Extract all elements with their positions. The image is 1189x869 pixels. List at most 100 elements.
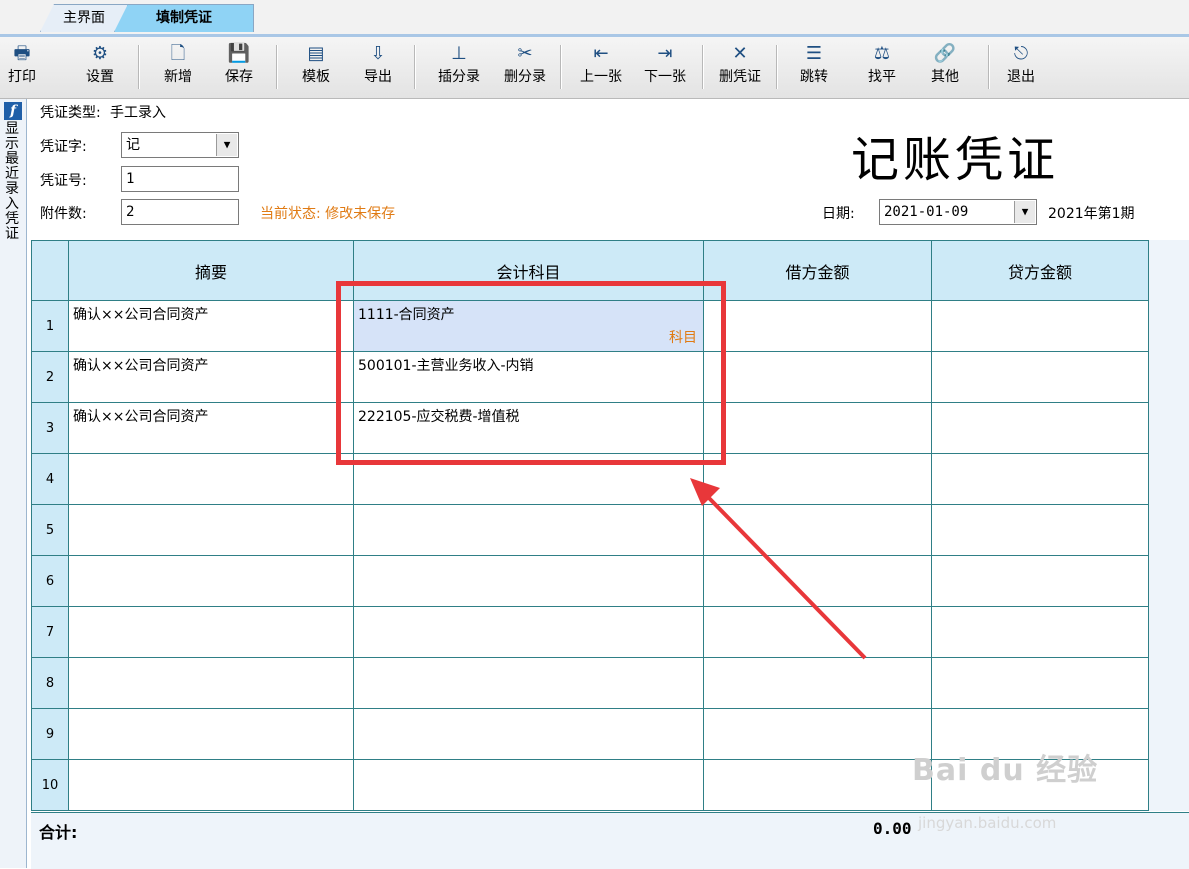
debit-cell[interactable] (703, 453, 932, 505)
export-icon: ⇩ (370, 43, 386, 64)
toolbar-button-8[interactable]: ✂ 删分录 (492, 41, 558, 95)
summary-cell[interactable] (68, 657, 354, 709)
toolbar-button-5[interactable]: ▤ 模板 (292, 41, 340, 95)
toolbar-button-15[interactable]: ⎋ 退出 (996, 41, 1046, 95)
toolbar-separator (776, 45, 778, 89)
credit-cell[interactable] (931, 300, 1149, 352)
tab-main-screen[interactable]: 主界面 (40, 4, 128, 32)
toolbar-button-12[interactable]: ☰ 跳转 (786, 41, 842, 95)
account-cell[interactable] (353, 555, 704, 607)
summary-cell[interactable] (68, 759, 354, 811)
summary-cell[interactable]: 确认××公司合同资产 (68, 300, 354, 352)
debit-cell-text (705, 761, 931, 764)
debit-cell[interactable] (703, 504, 932, 556)
account-cell[interactable] (353, 453, 704, 505)
tab-voucher-entry[interactable]: 填制凭证 (114, 4, 254, 32)
row-number: 9 (31, 708, 69, 760)
credit-cell[interactable] (931, 402, 1149, 454)
debit-cell[interactable] (703, 657, 932, 709)
debit-cell-text (705, 404, 931, 407)
account-cell[interactable]: 222105-应交税费-增值税 (353, 402, 704, 454)
toolbar-button-1[interactable]: 🖶 打印 (0, 41, 44, 95)
toolbar-button-label: 模板 (302, 69, 330, 85)
toolbar-button-14[interactable]: 🔗 其他 (918, 41, 972, 95)
summary-cell[interactable]: 确认××公司合同资产 (68, 402, 354, 454)
account-cell-text (355, 710, 703, 713)
toolbar-button-11[interactable]: ✕ 删凭证 (706, 41, 774, 95)
attachments-input[interactable]: 2 (121, 199, 239, 225)
account-lookup-button[interactable]: 科目 (669, 327, 697, 347)
credit-cell[interactable] (931, 351, 1149, 403)
next-icon: ⇥ (657, 43, 673, 64)
delete-voucher-icon: ✕ (732, 43, 748, 64)
row-number: 2 (31, 351, 69, 403)
debit-cell[interactable] (703, 402, 932, 454)
debit-cell-text (705, 710, 931, 713)
summary-cell[interactable] (68, 504, 354, 556)
row-number: 4 (31, 453, 69, 505)
date-picker[interactable]: 2021-01-09 ▼ (879, 199, 1037, 225)
toolbar-button-10[interactable]: ⇥ 下一张 (632, 41, 698, 95)
summary-cell-text (70, 608, 353, 611)
credit-cell[interactable] (931, 504, 1149, 556)
summary-cell-text (70, 557, 353, 560)
toolbar-button-6[interactable]: ⇩ 导出 (354, 41, 402, 95)
toolbar-button-13[interactable]: ⚖ 找平 (856, 41, 908, 95)
account-cell-text: 222105-应交税费-增值税 (358, 409, 520, 425)
summary-cell[interactable] (68, 555, 354, 607)
summary-cell[interactable] (68, 453, 354, 505)
debit-cell-text (705, 659, 931, 662)
account-cell[interactable] (353, 708, 704, 760)
chevron-down-icon[interactable]: ▼ (1014, 201, 1035, 223)
chevron-down-icon[interactable]: ▼ (216, 134, 237, 156)
column-header-account[interactable]: 会计科目 (353, 240, 704, 301)
debit-cell[interactable] (703, 606, 932, 658)
row-number: 6 (31, 555, 69, 607)
account-cell[interactable] (353, 657, 704, 709)
balance-icon: ⚖ (873, 43, 891, 64)
toolbar-button-label: 插分录 (438, 69, 480, 85)
toolbar-button-3[interactable]: 🗋 新增 (150, 41, 206, 95)
column-header-debit[interactable]: 借方金额 (703, 240, 932, 301)
summary-cell-text (70, 659, 353, 662)
column-header-credit[interactable]: 贷方金额 (931, 240, 1149, 301)
account-cell[interactable] (353, 759, 704, 811)
debit-cell[interactable] (703, 300, 932, 352)
credit-cell-text (933, 353, 1148, 356)
summary-cell[interactable] (68, 606, 354, 658)
toolbar-button-label: 打印 (8, 69, 36, 85)
credit-cell[interactable] (931, 606, 1149, 658)
account-cell[interactable]: 500101-主营业务收入-内销 (353, 351, 704, 403)
toolbar: 🖶 打印 ⚙ 设置 🗋 新增 💾 保存 ▤ 模板 ⇩ 导出 ⊥ 插分录 ✂ 删分录 ⇤ 上一张 ⇥ 下一张 ✕ 删凭证 ☰ 跳… (0, 37, 1189, 99)
summary-cell[interactable] (68, 708, 354, 760)
baidu-watermark: Bai du 经验 (912, 753, 1099, 788)
account-cell[interactable]: 1111-合同资产 科目 (353, 300, 704, 352)
debit-cell-text (705, 506, 931, 509)
recent-vouchers-panel[interactable]: f 显示最近录入凭证 (0, 99, 27, 868)
toolbar-button-7[interactable]: ⊥ 插分录 (426, 41, 492, 95)
debit-cell[interactable] (703, 351, 932, 403)
voucher-word-select[interactable]: 记 ▼ (121, 132, 239, 158)
summary-cell-text (70, 710, 353, 713)
row-number: 1 (31, 300, 69, 352)
debit-cell[interactable] (703, 555, 932, 607)
toolbar-button-2[interactable]: ⚙ 设置 (72, 41, 128, 95)
credit-cell-text (933, 557, 1148, 560)
debit-cell[interactable] (703, 759, 932, 811)
new-doc-icon: 🗋 (170, 43, 186, 64)
debit-cell[interactable] (703, 708, 932, 760)
toolbar-button-4[interactable]: 💾 保存 (216, 41, 262, 95)
credit-cell[interactable] (931, 453, 1149, 505)
table-row: 2 确认××公司合同资产 500101-主营业务收入-内销 (31, 351, 1149, 403)
summary-cell[interactable]: 确认××公司合同资产 (68, 351, 354, 403)
summary-cell-text (70, 455, 353, 458)
account-cell[interactable] (353, 504, 704, 556)
recent-vouchers-label[interactable]: 显示最近录入凭证 (5, 122, 21, 242)
account-cell[interactable] (353, 606, 704, 658)
column-header-summary[interactable]: 摘要 (68, 240, 354, 301)
credit-cell[interactable] (931, 555, 1149, 607)
credit-cell[interactable] (931, 657, 1149, 709)
voucher-no-input[interactable]: 1 (121, 166, 239, 192)
toolbar-button-9[interactable]: ⇤ 上一张 (568, 41, 634, 95)
account-cell-text (355, 506, 703, 509)
